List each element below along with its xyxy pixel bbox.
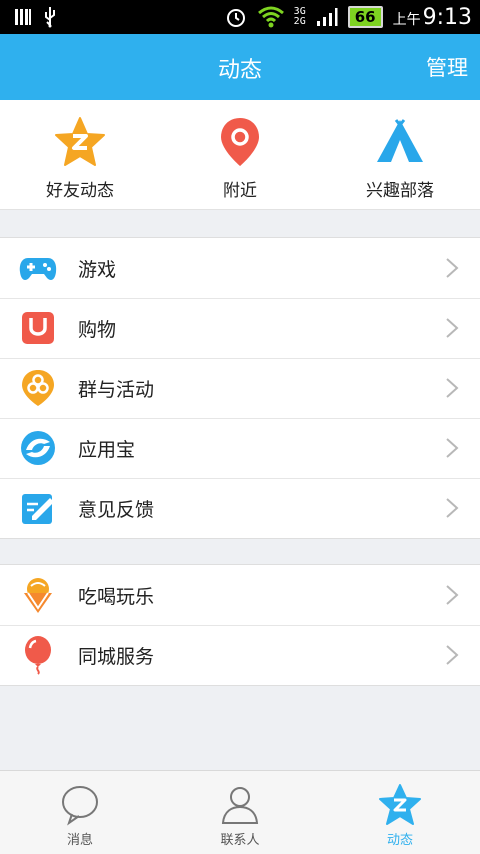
list-item-food-fun[interactable]: 吃喝玩乐 — [0, 565, 480, 625]
star-tab-icon — [379, 784, 421, 825]
chevron-right-icon — [446, 645, 459, 665]
sim-card-icon — [15, 9, 31, 25]
usb-icon — [45, 7, 55, 28]
contacts-icon — [221, 787, 259, 824]
wifi-icon — [257, 6, 284, 28]
bottom-tab-bar: 消息 联系人 动态 — [0, 770, 480, 854]
tab-feed[interactable]: 动态 — [320, 771, 480, 854]
tent-icon — [377, 119, 423, 162]
clock: 上午 9:13 — [392, 4, 472, 30]
chevron-right-icon — [446, 318, 459, 338]
battery-indicator: 66 — [347, 6, 383, 28]
list-item-games[interactable]: 游戏 — [0, 238, 480, 298]
alarm-icon — [226, 9, 245, 27]
app-store-icon — [21, 431, 55, 465]
header-bar: 动态 管理 — [0, 34, 480, 100]
network-type: 3G 2G — [293, 6, 306, 27]
quick-actions: 好友动态 附近 兴趣部落 — [0, 100, 480, 210]
quick-interest-tribe[interactable]: 兴趣部落 — [320, 100, 480, 209]
list-item-shopping[interactable]: 购物 — [0, 298, 480, 358]
message-bubble-icon — [62, 786, 98, 826]
tab-contacts[interactable]: 联系人 — [160, 771, 320, 854]
list-group-local: 吃喝玩乐 同城服务 — [0, 564, 480, 686]
page-title: 动态 — [217, 58, 262, 83]
manage-button[interactable]: 管理 — [426, 52, 468, 82]
list-item-app-store[interactable]: 应用宝 — [0, 418, 480, 478]
location-pin-icon — [221, 118, 259, 166]
list-group-main: 游戏 购物 群与活动 应用宝 意见反馈 — [0, 237, 480, 539]
chevron-right-icon — [446, 498, 459, 518]
chevron-right-icon — [446, 438, 459, 458]
list-item-feedback[interactable]: 意见反馈 — [0, 478, 480, 538]
chevron-right-icon — [446, 258, 459, 278]
list-item-groups-events[interactable]: 群与活动 — [0, 358, 480, 418]
tab-messages[interactable]: 消息 — [0, 771, 160, 854]
balloon-icon — [25, 636, 51, 675]
quick-nearby[interactable]: 附近 — [160, 100, 320, 209]
chevron-right-icon — [446, 378, 459, 398]
status-bar: 3G 2G 66 上午 9:13 — [0, 0, 480, 34]
star-icon — [55, 117, 105, 166]
feedback-icon — [22, 494, 54, 524]
ice-cream-icon — [24, 578, 52, 613]
chevron-right-icon — [446, 585, 459, 605]
group-activity-icon — [22, 370, 54, 406]
quick-friends-feed[interactable]: 好友动态 — [0, 100, 160, 209]
shopping-bag-icon — [22, 312, 54, 344]
signal-icon — [316, 8, 338, 26]
gamepad-icon — [19, 258, 57, 280]
list-item-city-services[interactable]: 同城服务 — [0, 625, 480, 685]
